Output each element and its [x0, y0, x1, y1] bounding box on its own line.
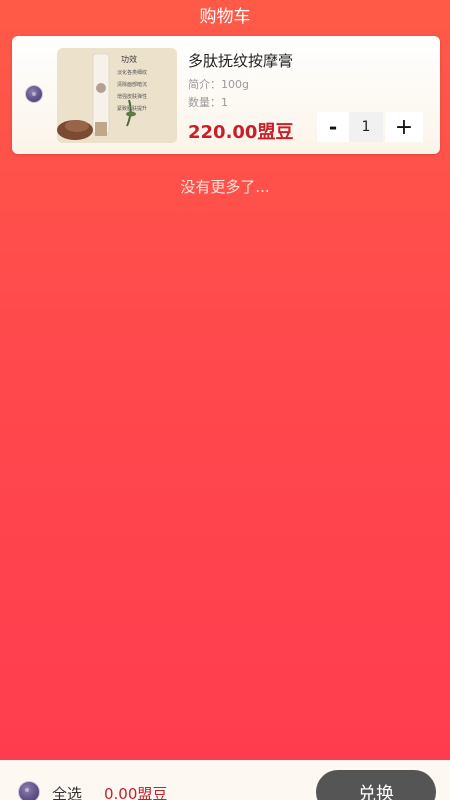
cart-item[interactable]: 功效 淡化各类细纹 清除面部暗沉 增强皮肤弹性 紧致肌肤提升 多肽抚纹按摩膏 简…	[12, 36, 440, 154]
image-line: 清除面部暗沉	[117, 81, 147, 88]
image-heading: 功效	[121, 54, 137, 64]
product-quantity-label: 数量：1	[188, 96, 228, 109]
quantity-stepper: - 1 +	[317, 112, 423, 142]
redeem-button[interactable]: 兑换	[316, 770, 436, 800]
select-all-radio-icon[interactable]	[18, 781, 40, 800]
product-price: 220.00盟豆	[188, 122, 294, 143]
product-description: 简介：100g	[188, 78, 249, 91]
total-price: 0.00盟豆	[104, 785, 168, 800]
product-name[interactable]: 多肽抚纹按摩膏	[188, 50, 293, 71]
image-line: 增强皮肤弹性	[117, 93, 147, 100]
quantity-value[interactable]: 1	[349, 112, 383, 142]
select-all-label[interactable]: 全选	[52, 783, 82, 800]
page-header: 购物车	[0, 0, 450, 28]
no-more-text: 没有更多了...	[180, 178, 270, 196]
checkout-bar: 全选 0.00盟豆 兑换	[0, 760, 450, 800]
product-photo: 功效 淡化各类细纹 清除面部暗沉 增强皮肤弹性 紧致肌肤提升	[57, 48, 177, 143]
image-line: 紧致肌肤提升	[117, 105, 147, 112]
page-title: 购物车	[199, 6, 251, 27]
increase-button[interactable]: +	[385, 112, 423, 142]
product-image[interactable]: 功效 淡化各类细纹 清除面部暗沉 增强皮肤弹性 紧致肌肤提升	[57, 48, 177, 143]
image-line: 淡化各类细纹	[117, 69, 147, 76]
item-select-radio-icon[interactable]	[25, 85, 43, 103]
decrease-button[interactable]: -	[317, 112, 349, 142]
